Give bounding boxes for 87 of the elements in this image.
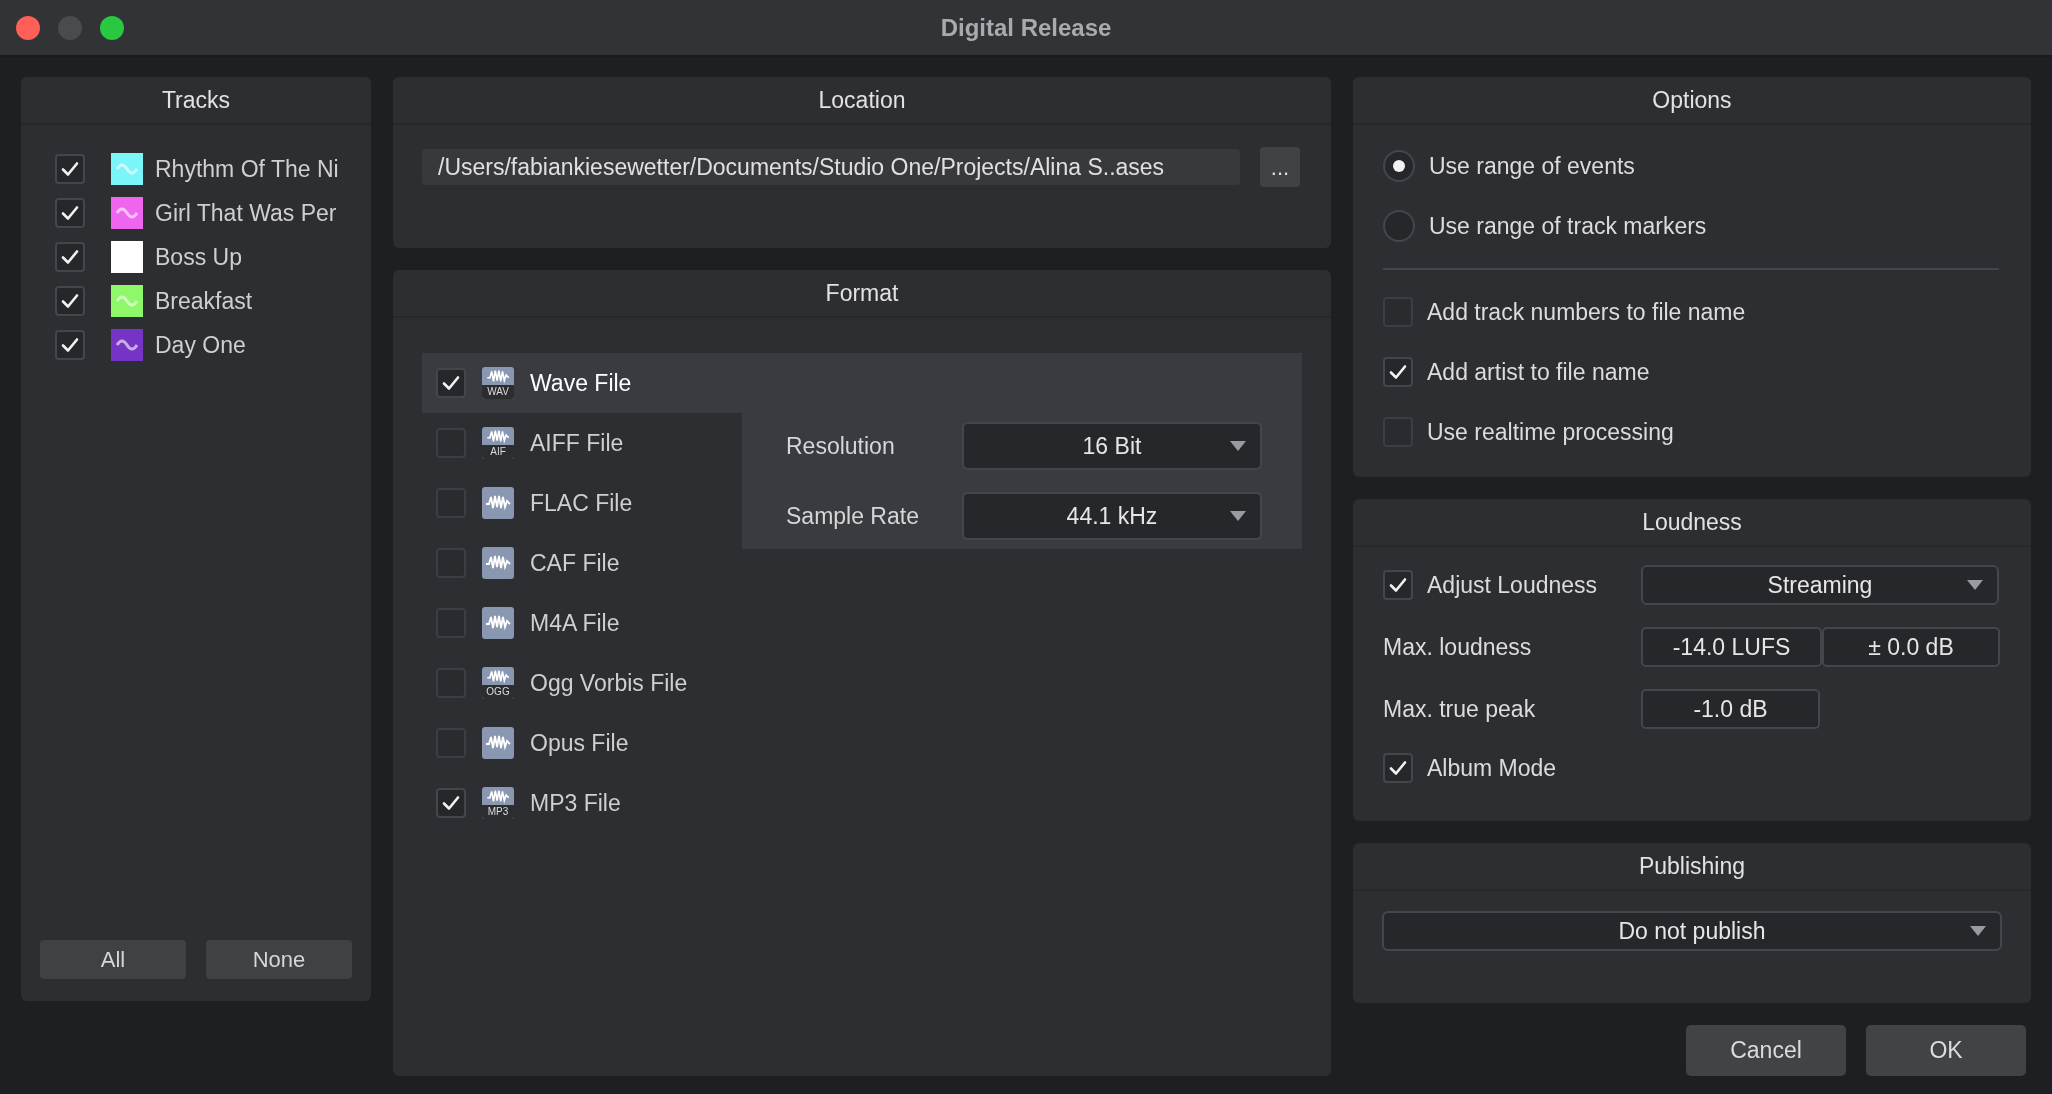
format-tag: MP3 (482, 805, 514, 819)
checkbox[interactable] (55, 286, 85, 316)
checkbox-label: Adjust Loudness (1427, 570, 1598, 600)
dropdown[interactable]: 44.1 kHz (962, 492, 1262, 540)
format-label: FLAC File (530, 488, 633, 518)
format-label: MP3 File (530, 788, 621, 818)
format-item[interactable]: M4A File (422, 593, 742, 653)
checkbox[interactable] (1383, 570, 1413, 600)
dropdown[interactable]: 16 Bit (962, 422, 1262, 470)
value-field[interactable]: -1.0 dB (1641, 689, 1820, 729)
track-name: Rhythm Of The Ni (155, 154, 339, 184)
caret-icon (1970, 926, 1986, 936)
track-name: Day One (155, 330, 246, 360)
value-field[interactable]: -14.0 LUFS (1641, 627, 1822, 667)
format-label: Ogg Vorbis File (530, 668, 688, 698)
dropdown[interactable]: Do not publish (1382, 911, 2002, 951)
checkbox-label: Album Mode (1427, 754, 1557, 783)
track-name: Breakfast (155, 286, 253, 316)
checkbox-label: Add artist to file name (1427, 357, 1650, 387)
format-tag: OGG (482, 685, 514, 699)
field-label: Max. loudness (1383, 632, 1533, 662)
caret-icon (1967, 580, 1983, 590)
check-icon (1388, 362, 1408, 382)
dropdown[interactable]: Streaming (1641, 565, 1999, 605)
format-item[interactable]: OGG Ogg Vorbis File (422, 653, 742, 713)
dialog-button[interactable]: Cancel (1686, 1025, 1846, 1076)
panel-title: Tracks (161, 85, 231, 115)
checkbox[interactable] (436, 788, 466, 818)
radio-label: Use range of track markers (1429, 211, 1707, 241)
browse-button[interactable]: ... (1260, 147, 1300, 187)
caret-icon (1230, 441, 1246, 451)
track-name: Boss Up (155, 242, 242, 272)
radio-label: Use range of events (1429, 151, 1635, 181)
check-icon (60, 335, 80, 355)
waveform-icon (484, 787, 512, 805)
format-label: Wave File (530, 368, 632, 398)
checkbox[interactable] (1383, 357, 1413, 387)
panel-title: Loudness (1642, 507, 1742, 537)
window-title: Digital Release (940, 12, 1112, 43)
caret-icon (1230, 511, 1246, 521)
checkbox[interactable] (55, 198, 85, 228)
panel-title: Publishing (1638, 851, 1746, 881)
format-item[interactable]: MP3 MP3 File (422, 773, 742, 833)
checkbox-label: Use realtime processing (1427, 417, 1674, 447)
format-item[interactable]: CAF File (422, 533, 742, 593)
dialog-button[interactable]: OK (1866, 1025, 2026, 1076)
check-icon (1388, 575, 1408, 595)
radio-button[interactable] (1383, 210, 1415, 242)
select-button[interactable]: None (206, 940, 352, 979)
format-label: CAF File (530, 548, 620, 578)
panel-title: Format (825, 278, 899, 308)
checkbox[interactable] (55, 154, 85, 184)
check-icon (60, 203, 80, 223)
close-button[interactable] (16, 16, 40, 40)
panel-title: Options (1652, 85, 1732, 115)
check-icon (60, 291, 80, 311)
format-label: AIFF File (530, 428, 624, 458)
check-icon (441, 793, 461, 813)
format-tag: AIF (482, 445, 514, 459)
format-item[interactable]: WAV Wave File (422, 353, 1302, 413)
checkbox-label: Add track numbers to file name (1427, 297, 1746, 327)
waveform-icon (484, 427, 512, 445)
checkbox[interactable] (55, 242, 85, 272)
field-label: Max. true peak (1383, 694, 1537, 724)
radio-button[interactable] (1383, 150, 1415, 182)
checkbox[interactable] (1383, 753, 1413, 784)
value-field[interactable]: ± 0.0 dB (1822, 627, 2000, 667)
format-item[interactable]: Opus File (422, 713, 742, 773)
zoom-button[interactable] (100, 16, 124, 40)
check-icon (441, 373, 461, 393)
track-name: Girl That Was Per (155, 198, 337, 228)
format-label: Opus File (530, 728, 629, 758)
path-field[interactable]: /Users/fabiankiesewetter/Documents/Studio One/Projects/Alina S..ases (422, 149, 1240, 185)
checkbox[interactable] (436, 368, 466, 398)
checkbox[interactable] (55, 330, 85, 360)
format-tag: WAV (482, 385, 514, 399)
select-button[interactable]: All (40, 940, 186, 979)
setting-label: Sample Rate (786, 501, 919, 531)
waveform-icon (484, 367, 512, 385)
format-label: M4A File (530, 608, 620, 638)
waveform-icon (484, 667, 512, 685)
format-item[interactable]: FLAC File (422, 473, 742, 533)
setting-label: Resolution (786, 431, 895, 461)
check-icon (60, 247, 80, 267)
format-item[interactable]: AIF AIFF File (422, 413, 742, 473)
check-icon (60, 159, 80, 179)
panel-title: Location (818, 85, 906, 115)
